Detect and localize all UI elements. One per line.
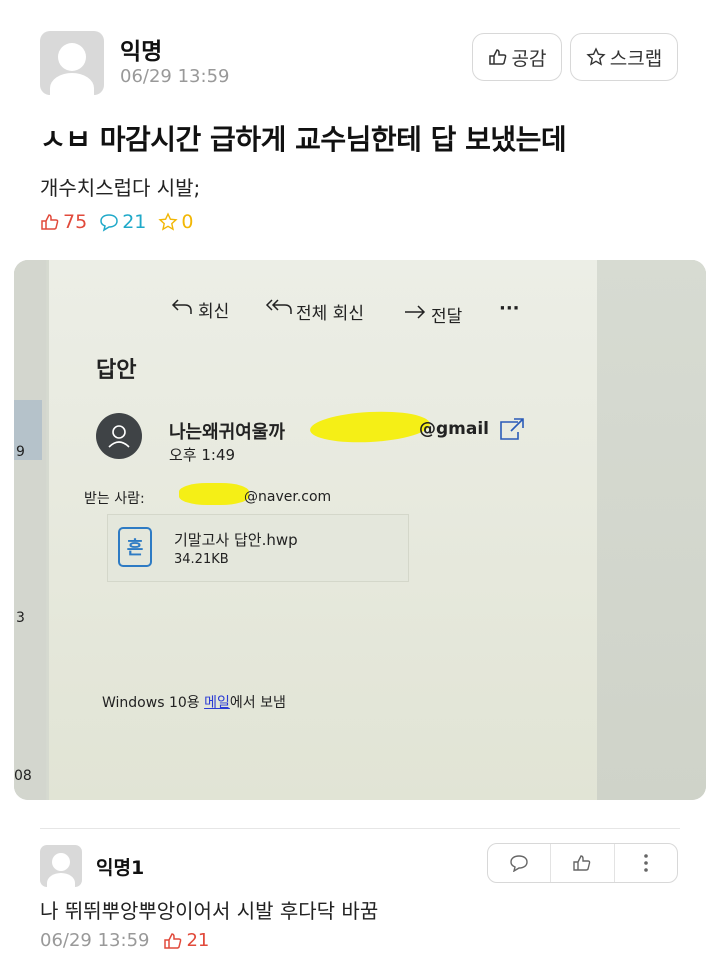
comment-meta: 06/29 13:59 21 xyxy=(40,930,209,951)
thumbs-up-icon xyxy=(41,214,59,230)
comment-count: 21 xyxy=(99,211,146,233)
footer-suffix: 에서 보냄 xyxy=(229,695,286,711)
to-label: 받는 사람: xyxy=(84,491,145,507)
more-button[interactable]: ··· xyxy=(499,298,520,319)
reply-all-button[interactable]: 전체 회신 xyxy=(296,299,364,324)
recipient-email: @naver.com xyxy=(244,489,332,505)
reply-all-icon xyxy=(265,299,292,314)
mail-footer: Windows 10용 메일에서 보냄 xyxy=(102,692,286,712)
star-icon xyxy=(158,212,179,231)
scrap-count-value: 0 xyxy=(181,211,194,233)
commenter-avatar xyxy=(40,845,82,887)
speech-bubble-icon xyxy=(510,855,528,872)
comment-like-count: 21 xyxy=(186,930,210,951)
star-icon xyxy=(586,47,606,66)
scrap-count: 0 xyxy=(158,211,193,233)
attachment-card[interactable]: 흔 기말고사 답안.hwp 34.21KB xyxy=(107,514,409,582)
sender-avatar xyxy=(96,413,142,459)
hwp-file-icon: 흔 xyxy=(118,527,152,567)
forward-button[interactable]: 전달 xyxy=(431,302,462,327)
more-options-button[interactable] xyxy=(613,844,677,882)
scrap-button[interactable]: 스크랩 xyxy=(570,33,678,81)
reply-button[interactable]: 회신 xyxy=(198,297,229,322)
thumbs-up-icon xyxy=(573,855,591,871)
comment-count-value: 21 xyxy=(122,211,147,233)
commenter-name: 익명1 xyxy=(96,857,145,879)
author-name: 익명 xyxy=(120,39,163,65)
post-photo[interactable]: 9 3 08 회신 전체 회신 전달 ··· 답안 나는왜귀여울까 @gmail… xyxy=(14,260,706,800)
comment-divider xyxy=(40,828,680,829)
speech-bubble-icon xyxy=(100,214,118,232)
attachment-size: 34.21KB xyxy=(174,552,229,567)
like-count-value: 75 xyxy=(63,211,88,233)
comment-actions xyxy=(487,843,678,883)
recipient-redaction xyxy=(179,483,249,505)
left-edge-char: 3 xyxy=(16,610,25,626)
footer-link[interactable]: 메일 xyxy=(204,695,230,711)
post-body: 개수치스럽다 시발; xyxy=(40,176,201,200)
like-comment-button[interactable] xyxy=(550,844,613,882)
sender-email: @gmail xyxy=(419,419,490,439)
like-button[interactable]: 공감 xyxy=(472,33,562,81)
thumbs-up-icon xyxy=(164,932,182,949)
attachment-name: 기말고사 답안.hwp xyxy=(174,531,298,549)
scrap-button-label: 스크랩 xyxy=(609,47,663,70)
left-edge-char: 08 xyxy=(14,768,32,784)
left-edge-char: 9 xyxy=(16,444,25,460)
sender-name: 나는왜귀여울까 xyxy=(169,422,285,443)
hwp-file-icon-char: 흔 xyxy=(126,538,144,559)
person-icon xyxy=(108,425,130,448)
kebab-menu-icon xyxy=(644,854,648,872)
left-window-edge xyxy=(14,260,46,800)
sent-time: 오후 1:49 xyxy=(169,446,236,464)
forward-icon xyxy=(405,305,426,319)
thumbs-up-icon xyxy=(488,49,506,65)
reply-comment-button[interactable] xyxy=(488,844,550,882)
author-avatar xyxy=(40,31,104,95)
comment-text: 나 뛰뛰뿌앙뿌앙이어서 시발 후다닥 바꿈 xyxy=(40,899,379,923)
popout-icon[interactable] xyxy=(498,416,526,442)
footer-prefix: Windows 10용 xyxy=(102,695,205,711)
reply-icon xyxy=(171,299,192,314)
mail-subject: 답안 xyxy=(96,358,137,383)
like-button-label: 공감 xyxy=(511,47,547,70)
comment-timestamp: 06/29 13:59 xyxy=(40,930,150,951)
post-timestamp: 06/29 13:59 xyxy=(120,66,230,87)
side-pane xyxy=(597,260,706,800)
post-title: ㅅㅂ 마감시간 급하게 교수님한테 답 보냈는데 xyxy=(40,123,567,156)
post-stats: 75 21 0 xyxy=(40,211,205,233)
like-count: 75 xyxy=(40,211,87,233)
